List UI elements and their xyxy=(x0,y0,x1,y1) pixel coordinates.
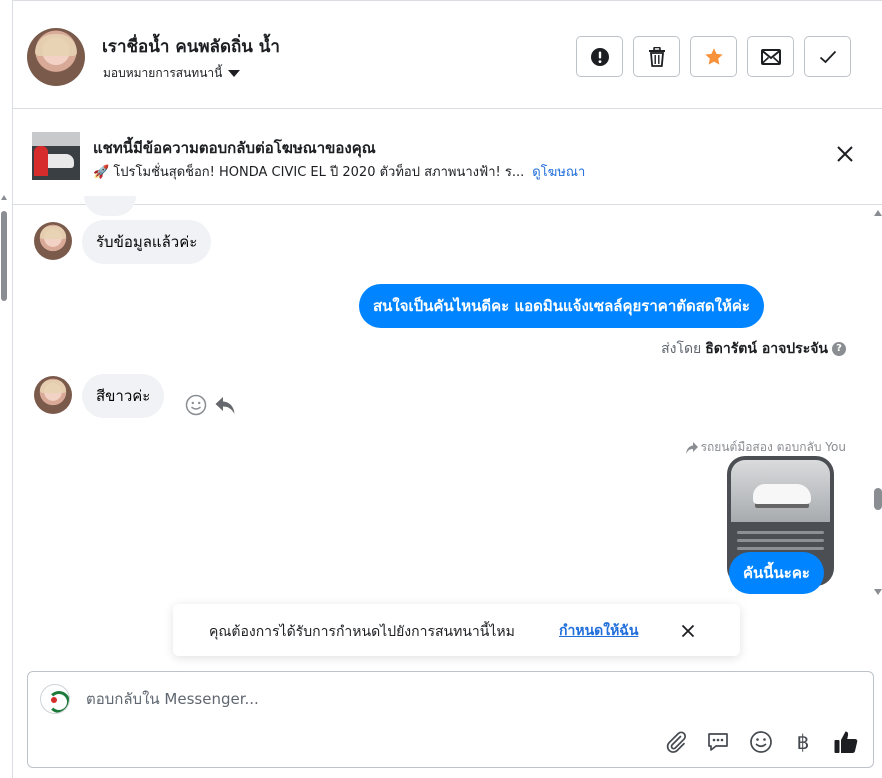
replied-to-text: รถยนต์มือสอง ตอบกลับ You xyxy=(700,440,846,454)
emoji-button[interactable] xyxy=(747,728,775,756)
star-button[interactable] xyxy=(690,36,737,77)
reply-button[interactable] xyxy=(214,394,236,420)
scroll-up-arrow[interactable] xyxy=(874,210,882,216)
smile-icon xyxy=(185,394,207,416)
forward-arrow-icon xyxy=(685,441,698,454)
mark-done-button[interactable] xyxy=(804,36,851,77)
scroll-down-arrow[interactable] xyxy=(874,589,882,595)
message-thread[interactable]: รับข้อมูลแล้วค่ะ สนใจเป็นคันไหนดีคะ แอดม… xyxy=(13,196,882,661)
assign-prompt-toast: คุณต้องการได้รับการกำหนดไปยังการสนทนานี้… xyxy=(173,604,740,656)
exclamation-icon xyxy=(590,47,609,66)
mark-unread-button[interactable] xyxy=(747,36,794,77)
saved-replies-button[interactable] xyxy=(704,728,732,756)
dismiss-toast-button[interactable] xyxy=(681,623,695,642)
help-icon[interactable]: ? xyxy=(832,342,846,356)
assign-conversation-dropdown[interactable]: มอบหมายการสนทนานี้ xyxy=(103,64,241,83)
sent-by-label: ส่งโดย ธิดารัตน์ อาจประจัน ? xyxy=(661,338,846,360)
outer-scrollbar[interactable] xyxy=(0,195,8,305)
view-ad-link[interactable]: ดูโฆษณา xyxy=(532,161,585,182)
assign-prompt-text: คุณต้องการได้รับการกำหนดไปยังการสนทนานี้… xyxy=(209,624,515,640)
contact-name[interactable]: เราชื่อน้ำ คนพลัดถิ่น น้ำ xyxy=(102,33,280,60)
smile-icon xyxy=(750,731,772,753)
check-icon xyxy=(819,50,836,63)
outgoing-message[interactable]: คันนี้นะคะ xyxy=(729,552,824,594)
message-bubble-partial xyxy=(84,196,136,216)
ad-banner-description-row: 🚀 โปรโมชั่นสุดช็อก! HONDA CIVIC EL ปี 20… xyxy=(93,161,585,182)
sender-avatar[interactable] xyxy=(34,376,72,414)
paperclip-icon xyxy=(666,731,687,753)
delete-button[interactable] xyxy=(633,36,680,77)
attach-button[interactable] xyxy=(662,728,690,756)
assign-to-me-link[interactable]: กำหนดให้ฉัน xyxy=(559,620,638,642)
assign-label: มอบหมายการสนทนานี้ xyxy=(103,66,223,80)
baht-icon: ฿ xyxy=(796,730,810,754)
react-button[interactable] xyxy=(185,394,207,420)
reply-input[interactable] xyxy=(86,690,786,708)
ad-reply-banner: แชทนี้มีข้อความตอบกลับต่อโฆษณาของคุณ 🚀 โ… xyxy=(13,109,882,205)
sent-by-name: ธิดารัตน์ อาจประจัน xyxy=(705,341,828,357)
thumbs-up-icon xyxy=(834,731,858,753)
page-logo-avatar xyxy=(40,684,70,714)
sender-avatar[interactable] xyxy=(34,222,72,260)
close-icon xyxy=(681,624,695,638)
replied-to-label: รถยนต์มือสอง ตอบกลับ You xyxy=(685,438,846,457)
ad-banner-title: แชทนี้มีข้อความตอบกลับต่อโฆษณาของคุณ xyxy=(93,139,376,157)
scrollbar-thumb[interactable] xyxy=(874,488,882,510)
close-icon xyxy=(837,146,853,162)
close-ad-banner-button[interactable] xyxy=(835,144,855,164)
ad-description: 🚀 โปรโมชั่นสุดช็อก! HONDA CIVIC EL ปี 20… xyxy=(93,165,525,180)
sent-by-prefix: ส่งโดย xyxy=(661,341,702,357)
incoming-message[interactable]: รับข้อมูลแล้วค่ะ xyxy=(82,220,212,264)
like-button[interactable] xyxy=(832,728,860,756)
payment-button[interactable]: ฿ xyxy=(789,728,817,756)
incoming-message[interactable]: สีขาวค่ะ xyxy=(82,374,165,418)
envelope-icon xyxy=(760,48,781,65)
reply-arrow-icon xyxy=(215,397,235,414)
chat-bubble-icon xyxy=(708,733,728,751)
ad-thumbnail[interactable] xyxy=(32,132,80,180)
thread-scrollbar[interactable] xyxy=(873,206,882,601)
reply-composer: ฿ xyxy=(27,671,874,768)
report-button[interactable] xyxy=(576,36,623,77)
outgoing-message[interactable]: สนใจเป็นคันไหนดีคะ แอดมินแจ้งเซลล์คุยราค… xyxy=(359,284,764,328)
conversation-header: เราชื่อน้ำ คนพลัดถิ่น น้ำ มอบหมายการสนทน… xyxy=(13,1,882,109)
star-icon xyxy=(704,47,723,65)
scrollbar-thumb[interactable] xyxy=(1,211,7,301)
scroll-up-arrow[interactable] xyxy=(1,195,7,200)
caret-down-icon xyxy=(228,70,241,77)
trash-icon xyxy=(648,46,665,67)
contact-avatar[interactable] xyxy=(27,28,85,86)
conversation-panel: เราชื่อน้ำ คนพลัดถิ่น น้ำ มอบหมายการสนทน… xyxy=(12,0,882,778)
